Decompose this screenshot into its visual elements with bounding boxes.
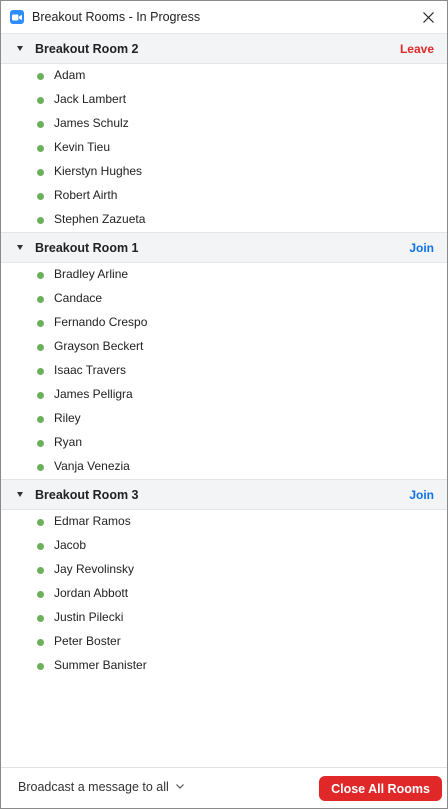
member-item: Jacob xyxy=(1,534,447,558)
online-status-dot-icon xyxy=(37,368,44,375)
member-item: Robert Airth xyxy=(1,184,447,208)
room-name: Breakout Room 2 xyxy=(35,42,139,56)
zoom-camera-icon xyxy=(10,10,24,24)
online-status-dot-icon xyxy=(37,193,44,200)
member-item: James Schulz xyxy=(1,112,447,136)
online-status-dot-icon xyxy=(37,416,44,423)
member-name: Isaac Travers xyxy=(54,363,127,377)
member-name: Kierstyn Hughes xyxy=(54,164,143,178)
breakout-room: Breakout Room 2 Leave Adam Jack Lambert … xyxy=(1,33,447,232)
member-item: Riley xyxy=(1,407,447,431)
member-name: James Pelligra xyxy=(54,387,133,401)
member-name: Candace xyxy=(54,291,103,305)
member-name: Jordan Abbott xyxy=(54,586,129,600)
online-status-dot-icon xyxy=(37,543,44,550)
online-status-dot-icon xyxy=(37,663,44,670)
member-item: Grayson Beckert xyxy=(1,335,447,359)
online-status-dot-icon xyxy=(37,567,44,574)
member-item: Vanja Venezia xyxy=(1,455,447,479)
member-name: Fernando Crespo xyxy=(54,315,148,329)
member-item: Candace xyxy=(1,287,447,311)
breakout-rooms-window: Breakout Rooms - In Progress Breakout Ro… xyxy=(0,0,448,809)
broadcast-message-dropdown[interactable]: Broadcast a message to all xyxy=(18,780,185,794)
room-members: Adam Jack Lambert James Schulz Kevin Tie… xyxy=(1,64,447,232)
online-status-dot-icon xyxy=(37,97,44,104)
member-item: Summer Banister xyxy=(1,654,447,678)
online-status-dot-icon xyxy=(37,272,44,279)
member-item: Jordan Abbott xyxy=(1,582,447,606)
member-name: Vanja Venezia xyxy=(54,459,130,473)
online-status-dot-icon xyxy=(37,121,44,128)
member-name: Ryan xyxy=(54,435,83,449)
footer-bar: Broadcast a message to all Close All Roo… xyxy=(1,767,447,808)
member-item: Kevin Tieu xyxy=(1,136,447,160)
online-status-dot-icon xyxy=(37,392,44,399)
close-icon xyxy=(422,11,434,23)
online-status-dot-icon xyxy=(37,344,44,351)
join-room-button[interactable]: Join xyxy=(409,488,434,502)
member-name: Justin Pilecki xyxy=(54,610,124,624)
member-name: Jack Lambert xyxy=(54,92,127,106)
leave-room-button[interactable]: Leave xyxy=(400,42,434,56)
broadcast-label: Broadcast a message to all xyxy=(18,780,169,794)
online-status-dot-icon xyxy=(37,591,44,598)
member-item: Edmar Ramos xyxy=(1,510,447,534)
rooms-list: Breakout Room 2 Leave Adam Jack Lambert … xyxy=(1,33,447,678)
member-item: Isaac Travers xyxy=(1,359,447,383)
title-bar: Breakout Rooms - In Progress xyxy=(1,1,447,33)
room-name: Breakout Room 3 xyxy=(35,488,139,502)
online-status-dot-icon xyxy=(37,519,44,526)
online-status-dot-icon xyxy=(37,320,44,327)
caret-down-icon[interactable] xyxy=(17,492,23,497)
member-name: Stephen Zazueta xyxy=(54,212,146,226)
room-members: Bradley Arline Candace Fernando Crespo G… xyxy=(1,263,447,479)
close-all-rooms-button[interactable]: Close All Rooms xyxy=(319,776,442,801)
member-name: Bradley Arline xyxy=(54,267,129,281)
member-name: Peter Boster xyxy=(54,634,121,648)
member-item: James Pelligra xyxy=(1,383,447,407)
online-status-dot-icon xyxy=(37,145,44,152)
member-name: Edmar Ramos xyxy=(54,514,131,528)
chevron-down-icon xyxy=(175,784,184,789)
online-status-dot-icon xyxy=(37,296,44,303)
online-status-dot-icon xyxy=(37,615,44,622)
online-status-dot-icon xyxy=(37,639,44,646)
online-status-dot-icon xyxy=(37,73,44,80)
window-title: Breakout Rooms - In Progress xyxy=(32,10,201,24)
member-name: Jacob xyxy=(54,538,87,552)
caret-down-icon[interactable] xyxy=(17,245,23,250)
member-item: Fernando Crespo xyxy=(1,311,447,335)
member-name: Summer Banister xyxy=(54,658,147,672)
member-name: Adam xyxy=(54,68,86,82)
member-name: Riley xyxy=(54,411,81,425)
member-item: Bradley Arline xyxy=(1,263,447,287)
member-item: Justin Pilecki xyxy=(1,606,447,630)
member-name: Kevin Tieu xyxy=(54,140,111,154)
member-item: Peter Boster xyxy=(1,630,447,654)
online-status-dot-icon xyxy=(37,217,44,224)
member-item: Adam xyxy=(1,64,447,88)
room-header[interactable]: Breakout Room 1 Join xyxy=(1,232,447,263)
member-item: Kierstyn Hughes xyxy=(1,160,447,184)
member-item: Ryan xyxy=(1,431,447,455)
member-name: Robert Airth xyxy=(54,188,118,202)
room-members: Edmar Ramos Jacob Jay Revolinsky Jordan … xyxy=(1,510,447,678)
member-name: Grayson Beckert xyxy=(54,339,144,353)
room-header[interactable]: Breakout Room 2 Leave xyxy=(1,33,447,64)
close-window-button[interactable] xyxy=(415,5,441,29)
member-item: Jack Lambert xyxy=(1,88,447,112)
caret-down-icon[interactable] xyxy=(17,46,23,51)
member-name: James Schulz xyxy=(54,116,129,130)
join-room-button[interactable]: Join xyxy=(409,241,434,255)
member-item: Jay Revolinsky xyxy=(1,558,447,582)
room-header[interactable]: Breakout Room 3 Join xyxy=(1,479,447,510)
breakout-room: Breakout Room 1 Join Bradley Arline Cand… xyxy=(1,232,447,479)
online-status-dot-icon xyxy=(37,464,44,471)
breakout-room: Breakout Room 3 Join Edmar Ramos Jacob J… xyxy=(1,479,447,678)
room-name: Breakout Room 1 xyxy=(35,241,139,255)
online-status-dot-icon xyxy=(37,169,44,176)
member-item: Stephen Zazueta xyxy=(1,208,447,232)
member-name: Jay Revolinsky xyxy=(54,562,135,576)
online-status-dot-icon xyxy=(37,440,44,447)
